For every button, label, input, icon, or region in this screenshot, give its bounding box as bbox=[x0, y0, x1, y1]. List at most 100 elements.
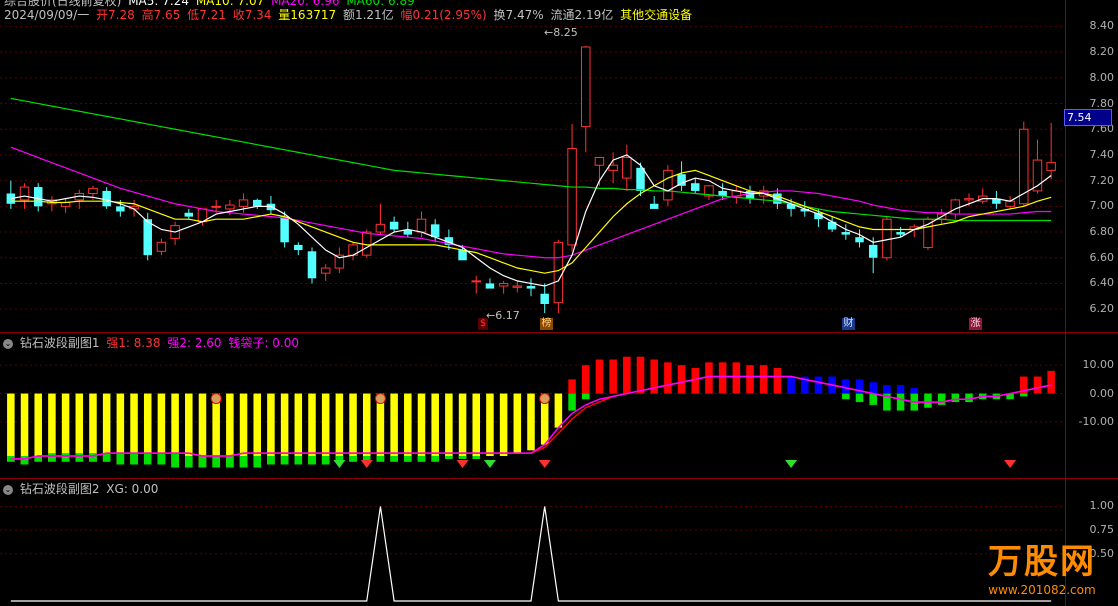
watermark-logo: 万股网 www.201082.com bbox=[988, 534, 1096, 597]
indicator-bar-blue bbox=[787, 376, 795, 394]
indicator-bar-negative bbox=[445, 393, 453, 459]
low-label: 低7.21 bbox=[187, 8, 226, 22]
event-tag-dollar[interactable]: $ bbox=[478, 318, 488, 330]
indicator-bar-negative bbox=[554, 393, 563, 428]
indicator-bar-green-tail bbox=[280, 455, 289, 465]
y-tick-label: 7.40 bbox=[1089, 147, 1115, 161]
event-tag-rise[interactable]: 涨 bbox=[969, 318, 982, 330]
indicator-bar-green-tail bbox=[130, 453, 138, 465]
sub-chart-1-pane: ⌄ 钻石波段副图1 强1: 8.38 强2: 2.60 钱袋子: 0.00 10… bbox=[0, 332, 1118, 479]
candle-body-up bbox=[361, 231, 372, 256]
y-tick-label: 7.00 bbox=[1089, 199, 1115, 213]
indicator-bar-red bbox=[1047, 370, 1055, 394]
indicator-bar-negative bbox=[61, 393, 70, 462]
y-tick-label: 10.00 bbox=[1082, 358, 1115, 372]
y-tick-label: -10.00 bbox=[1078, 414, 1114, 428]
candle-body-up bbox=[964, 198, 974, 201]
indicator-bar-negative bbox=[390, 393, 398, 462]
candle-body-down bbox=[184, 212, 194, 217]
indicator-bar-red bbox=[623, 356, 631, 394]
candle-body-up bbox=[238, 199, 249, 207]
event-tag-finance[interactable]: 财 bbox=[842, 318, 855, 330]
diamond-red-icon bbox=[538, 459, 551, 468]
indicator-bar-green-tail bbox=[157, 453, 166, 465]
indicator-bar-negative bbox=[102, 393, 111, 462]
indicator-bar-red bbox=[759, 365, 768, 394]
candle-body-down bbox=[691, 183, 700, 191]
indicator-bar-red bbox=[773, 368, 782, 394]
candle-body-down bbox=[116, 206, 125, 212]
candle-body-down bbox=[458, 250, 467, 261]
turnover-label: 换7.47% bbox=[493, 8, 544, 22]
open-label: 开7.28 bbox=[96, 8, 135, 22]
indicator-bar-negative bbox=[1020, 393, 1028, 397]
candle-body-up bbox=[211, 205, 221, 208]
watermark-url: www.201082.com bbox=[988, 583, 1096, 597]
indicator-bar-green-tail bbox=[89, 453, 97, 462]
indicator-bar-negative bbox=[527, 393, 535, 451]
indicator-bar-red bbox=[746, 365, 754, 394]
candle-body-up bbox=[512, 285, 523, 288]
money-bag-icon bbox=[210, 393, 222, 405]
candle-body-down bbox=[540, 293, 549, 305]
amount-label: 额1.21亿 bbox=[342, 8, 394, 22]
candle-body-down bbox=[868, 244, 878, 258]
indicator-bar-negative bbox=[335, 393, 344, 462]
indicator-bar-green-tail bbox=[20, 455, 29, 465]
indicator-bar-negative bbox=[965, 393, 973, 403]
y-tick-label: 6.40 bbox=[1089, 276, 1115, 290]
main-y-axis[interactable]: 8.40 8.20 8.00 7.80 7.60 7.40 7.20 7.00 6.80 6.60… bbox=[1065, 0, 1118, 332]
indicator-bar-green-tail bbox=[239, 455, 248, 468]
indicator-bar-red bbox=[609, 359, 617, 394]
candle-body-up bbox=[622, 157, 632, 179]
candle-body-up bbox=[19, 186, 30, 201]
indicator-bar-green-tail bbox=[458, 455, 467, 459]
candle-body-down bbox=[294, 244, 303, 251]
indicator-bar-green-tail bbox=[321, 455, 330, 465]
indicator-bar-negative bbox=[48, 393, 56, 462]
indicator-bar-negative bbox=[869, 393, 877, 405]
candle-body-down bbox=[677, 174, 686, 186]
indicator-bar-blue bbox=[910, 387, 919, 394]
candle-body-up bbox=[88, 187, 98, 194]
y-tick-label: 7.20 bbox=[1089, 173, 1115, 187]
sub1-y-axis[interactable]: 10.00 0.00 -10.00 bbox=[1065, 333, 1118, 479]
sub2-title: 钻石波段副图2 bbox=[19, 482, 100, 496]
indicator-bar-green-tail bbox=[226, 455, 234, 468]
candle-body-up bbox=[567, 148, 577, 246]
indicator-bar-green-tail bbox=[417, 455, 426, 462]
candle-body-up bbox=[156, 241, 167, 252]
event-tag-list[interactable]: 榜 bbox=[540, 318, 553, 330]
indicator-bar-negative bbox=[417, 393, 426, 462]
indicator-bar-green-tail bbox=[61, 453, 70, 462]
main-chart-pane: 综合股价(日线前复权) MA5: 7.24 MA10: 7.07 MA20: 6… bbox=[0, 0, 1118, 332]
y-tick-label: 6.20 bbox=[1089, 302, 1115, 316]
low-price-value: 6.17 bbox=[495, 309, 520, 322]
candle-body-down bbox=[430, 224, 440, 238]
indicator-bar-red bbox=[1033, 376, 1042, 394]
indicator-bar-green-tail bbox=[431, 455, 439, 462]
collapse-icon[interactable]: ⌄ bbox=[3, 484, 13, 495]
indicator-bar-negative bbox=[20, 393, 29, 465]
y-tick-label: 8.20 bbox=[1089, 45, 1115, 59]
indicator-bar-green-tail bbox=[143, 453, 152, 465]
diamond-red-icon bbox=[360, 459, 373, 468]
candle-body-down bbox=[636, 167, 645, 191]
y-tick-label: 0.00 bbox=[1089, 386, 1115, 400]
collapse-icon[interactable]: ⌄ bbox=[3, 338, 13, 349]
indicator-bar-negative bbox=[349, 393, 357, 462]
ma60-line bbox=[10, 97, 1052, 222]
indicator-bar-blue bbox=[896, 385, 905, 394]
candle-body-up bbox=[923, 218, 933, 248]
y-tick-label: 6.80 bbox=[1089, 225, 1115, 239]
indicator-bar-green-tail bbox=[75, 453, 84, 462]
strong1-label: 强1: 8.38 bbox=[106, 336, 161, 350]
diamond-red-icon bbox=[456, 459, 469, 468]
indicator-bar-green-tail bbox=[171, 453, 179, 468]
indicator-bar-green-tail bbox=[267, 455, 275, 465]
indicator-bar-negative bbox=[7, 393, 15, 462]
main-header-row2: 2024/09/09/一 开7.28 高7.65 低7.21 收7.34 量16… bbox=[4, 6, 695, 24]
indicator-bar-blue bbox=[814, 376, 823, 394]
indicator-bar-red bbox=[705, 362, 713, 394]
indicator-bar-negative bbox=[951, 393, 960, 403]
